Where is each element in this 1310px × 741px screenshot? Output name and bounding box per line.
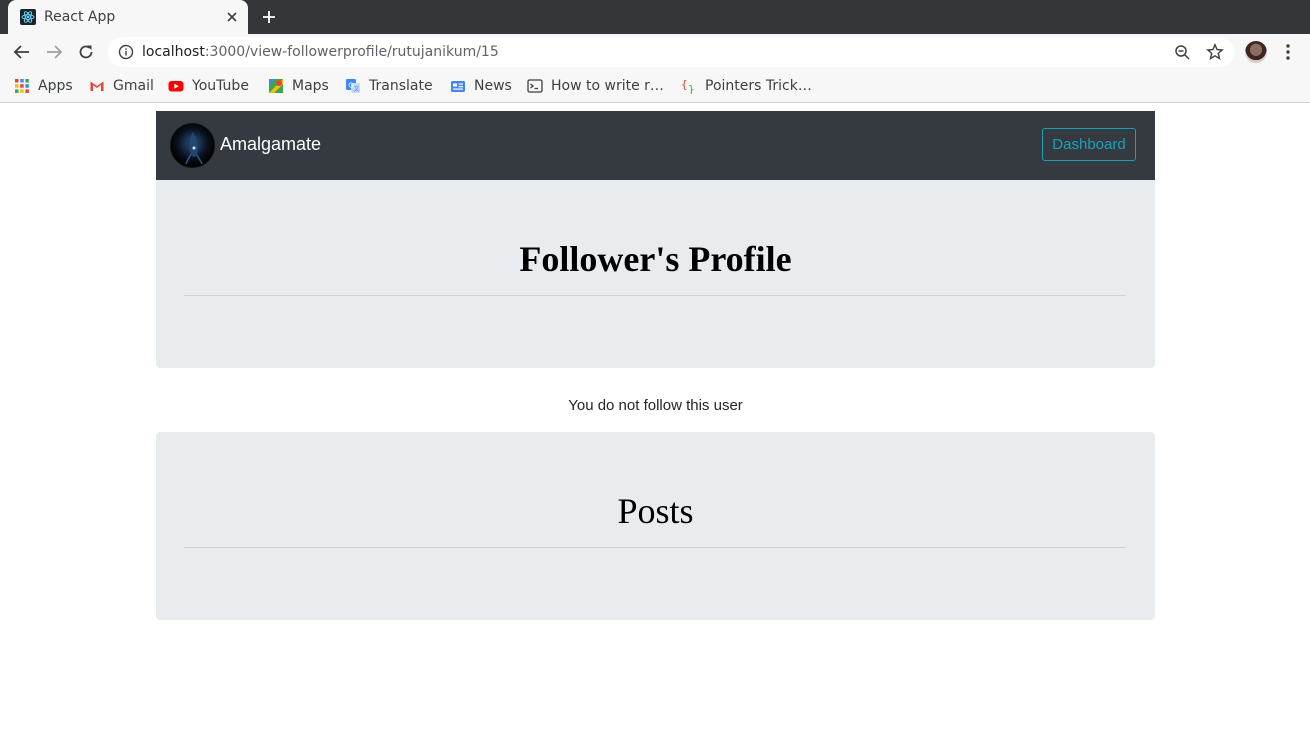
youtube-icon	[168, 81, 184, 92]
dashboard-button[interactable]: Dashboard	[1042, 128, 1136, 161]
terminal-icon	[527, 79, 543, 93]
brand-logo-graphic	[185, 132, 203, 165]
browser-toolbar: localhost:3000/view-followerprofile/rutu…	[0, 34, 1310, 70]
bookmark-translate[interactable]: G 文 Translate	[345, 76, 433, 96]
bookmark-star-icon[interactable]	[1206, 43, 1224, 61]
brand-logo[interactable]	[170, 123, 215, 168]
react-icon	[20, 9, 36, 25]
follow-status-text: You do not follow this user	[568, 397, 743, 414]
bookmark-pointers-tricks[interactable]: { } Pointers Trick…	[681, 76, 812, 96]
url-host: localhost	[142, 44, 205, 60]
svg-text:}: }	[688, 83, 695, 94]
browser-tab[interactable]: React App	[8, 0, 248, 34]
braces-icon: { }	[681, 78, 695, 94]
bookmark-label: YouTube	[192, 78, 249, 94]
tab-strip: React App	[0, 0, 1310, 34]
url-text[interactable]: localhost:3000/view-followerprofile/rutu…	[142, 44, 499, 60]
bookmark-label: How to write r…	[551, 78, 664, 94]
bookmark-label: Pointers Trick…	[705, 78, 812, 94]
bookmarks-bar: Apps Gmail YouTube Maps G 文 Translate Ne…	[0, 70, 1310, 103]
forward-arrow-icon[interactable]	[45, 43, 63, 61]
bookmark-label: Apps	[38, 78, 73, 94]
more-vertical-icon[interactable]	[1281, 43, 1295, 61]
close-icon[interactable]	[224, 9, 240, 25]
maps-icon	[269, 79, 283, 93]
bookmark-label: News	[474, 78, 512, 94]
address-bar[interactable]: localhost:3000/view-followerprofile/rutu…	[108, 37, 1234, 67]
bookmark-label: Maps	[292, 78, 329, 94]
back-arrow-icon[interactable]	[13, 43, 31, 61]
zoom-out-icon[interactable]	[1174, 44, 1191, 61]
gmail-icon	[90, 81, 104, 91]
page-title: Follower's Profile	[519, 239, 792, 279]
bookmark-gmail[interactable]: Gmail	[89, 76, 154, 96]
tab-title: React App	[44, 9, 116, 25]
url-path: :3000/view-followerprofile/rutujanikum/1…	[204, 44, 499, 60]
posts-panel: Posts	[156, 432, 1155, 620]
profile-avatar[interactable]	[1245, 41, 1267, 63]
bookmark-youtube[interactable]: YouTube	[168, 76, 249, 96]
app-navbar: Amalgamate Dashboard	[156, 111, 1155, 180]
posts-title: Posts	[617, 491, 694, 531]
bookmark-label: Gmail	[113, 78, 154, 94]
bookmark-news[interactable]: News	[450, 76, 512, 96]
divider	[184, 295, 1126, 296]
divider	[184, 547, 1126, 548]
bookmark-how-to-write[interactable]: How to write r…	[527, 76, 664, 96]
bookmark-maps[interactable]: Maps	[268, 76, 329, 96]
svg-text:{: {	[681, 78, 688, 91]
brand-name[interactable]: Amalgamate	[220, 134, 321, 155]
new-tab-icon[interactable]	[260, 8, 278, 26]
profile-header-panel: Follower's Profile	[156, 180, 1155, 368]
info-icon[interactable]	[118, 44, 134, 60]
svg-text:文: 文	[354, 85, 360, 93]
bookmark-apps[interactable]: Apps	[14, 76, 73, 96]
news-icon	[451, 81, 465, 92]
reload-icon[interactable]	[77, 43, 95, 61]
apps-grid-icon	[15, 79, 29, 93]
translate-icon: G 文	[346, 79, 360, 93]
bookmark-label: Translate	[369, 78, 433, 94]
